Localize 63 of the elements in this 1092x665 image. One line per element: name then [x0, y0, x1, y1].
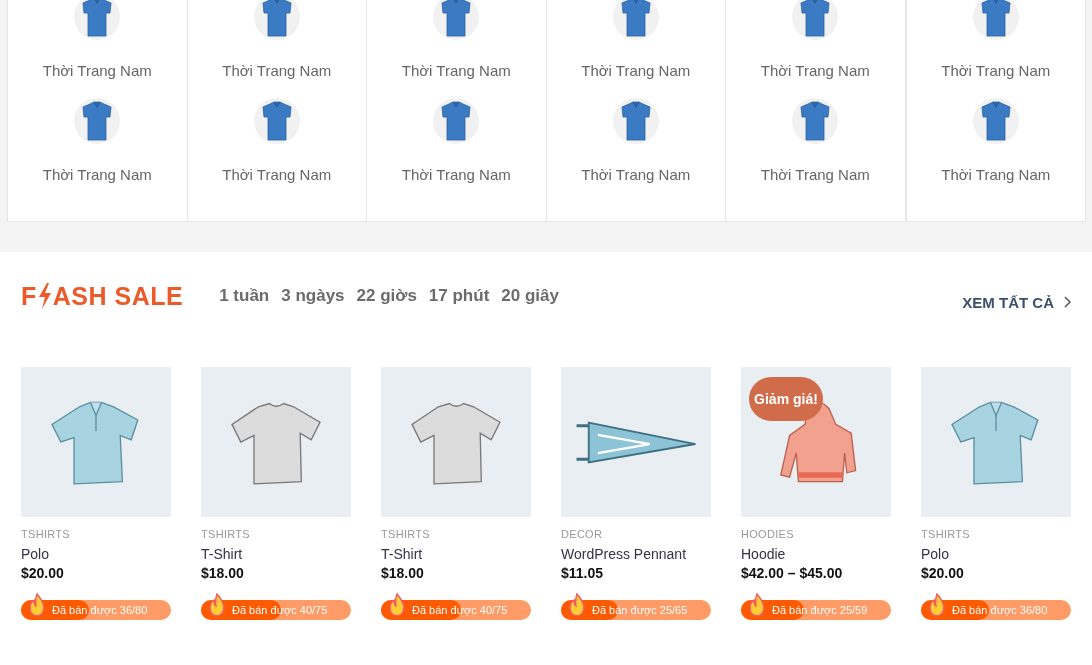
- countdown-unit: 22 giờs: [356, 286, 417, 306]
- countdown-unit: 20 giây: [501, 286, 559, 306]
- countdown-unit: 17 phút: [428, 286, 490, 306]
- flame-icon: [927, 593, 947, 617]
- product-image[interactable]: [21, 367, 171, 517]
- category-link[interactable]: Thời Trang Nam: [401, 62, 511, 79]
- product-price: $20.00: [921, 565, 965, 581]
- shirt-icon: [253, 98, 300, 144]
- shirt-icon: [612, 98, 659, 144]
- product-category: TSHIRTS: [381, 528, 431, 540]
- product-name[interactable]: WordPress Pennant: [561, 546, 711, 562]
- product-name[interactable]: Hoodie: [741, 546, 891, 562]
- category-link[interactable]: Thời Trang Nam: [760, 166, 870, 183]
- flame-icon: [747, 593, 767, 617]
- category-link[interactable]: Thời Trang Nam: [581, 166, 691, 183]
- product-price: $18.00: [381, 565, 425, 581]
- flame-icon: [387, 593, 407, 617]
- view-all-link[interactable]: XEM TẤT CẢ: [962, 293, 1071, 311]
- flame-icon: [27, 593, 47, 617]
- sold-count: Đã bán được 36/80: [952, 604, 1048, 616]
- category-link[interactable]: Thời Trang Nam: [42, 166, 152, 183]
- product-category: TSHIRTS: [201, 528, 251, 540]
- category-link[interactable]: Thời Trang Nam: [581, 62, 691, 79]
- sold-count: Đã bán được 36/80: [52, 604, 148, 616]
- countdown-unit: 3 ngàys: [281, 286, 345, 306]
- flame-icon: [207, 593, 227, 617]
- product-price: $11.05: [561, 565, 605, 581]
- sale-badge: Giảm giá!: [749, 377, 823, 421]
- product-category: TSHIRTS: [21, 528, 71, 540]
- sold-count: Đã bán được 25/59: [772, 604, 868, 616]
- countdown-unit: 1 tuần: [219, 286, 270, 306]
- category-link[interactable]: Thời Trang Nam: [222, 62, 332, 79]
- flash-sale-title: ASH SALE: [52, 281, 184, 311]
- shirt-icon: [972, 98, 1019, 144]
- lightning-icon: [37, 283, 52, 309]
- product-name[interactable]: T-Shirt: [381, 546, 531, 562]
- category-link[interactable]: Thời Trang Nam: [760, 62, 870, 79]
- category-link[interactable]: Thời Trang Nam: [42, 62, 152, 79]
- product-name[interactable]: T-Shirt: [201, 546, 351, 562]
- product-price: $20.00: [21, 565, 65, 581]
- category-link[interactable]: Thời Trang Nam: [222, 166, 332, 183]
- shirt-icon: [792, 98, 839, 144]
- product-name[interactable]: Polo: [921, 546, 1071, 562]
- product-image[interactable]: [921, 367, 1071, 517]
- product-image[interactable]: Giảm giá!: [741, 367, 891, 517]
- flame-icon: [567, 593, 587, 617]
- product-name[interactable]: Polo: [21, 546, 171, 562]
- category-link[interactable]: Thời Trang Nam: [401, 166, 511, 183]
- product-price: $42.00 – $45.00: [741, 565, 844, 581]
- product-category: HOODIES: [741, 528, 795, 540]
- sold-count: Đã bán được 25/65: [592, 604, 688, 616]
- product-category: TSHIRTS: [921, 528, 971, 540]
- category-link[interactable]: Thời Trang Nam: [941, 166, 1051, 183]
- product-image[interactable]: [381, 367, 531, 517]
- shirt-icon: [433, 98, 480, 144]
- product-image[interactable]: [561, 367, 711, 517]
- flash-sale-title: F: [21, 281, 37, 311]
- category-link[interactable]: Thời Trang Nam: [941, 62, 1051, 79]
- product-category: DECOR: [561, 528, 604, 540]
- product-price: $18.00: [201, 565, 245, 581]
- chevron-right-icon: [1063, 296, 1071, 308]
- product-image[interactable]: [201, 367, 351, 517]
- shirt-icon: [74, 98, 121, 144]
